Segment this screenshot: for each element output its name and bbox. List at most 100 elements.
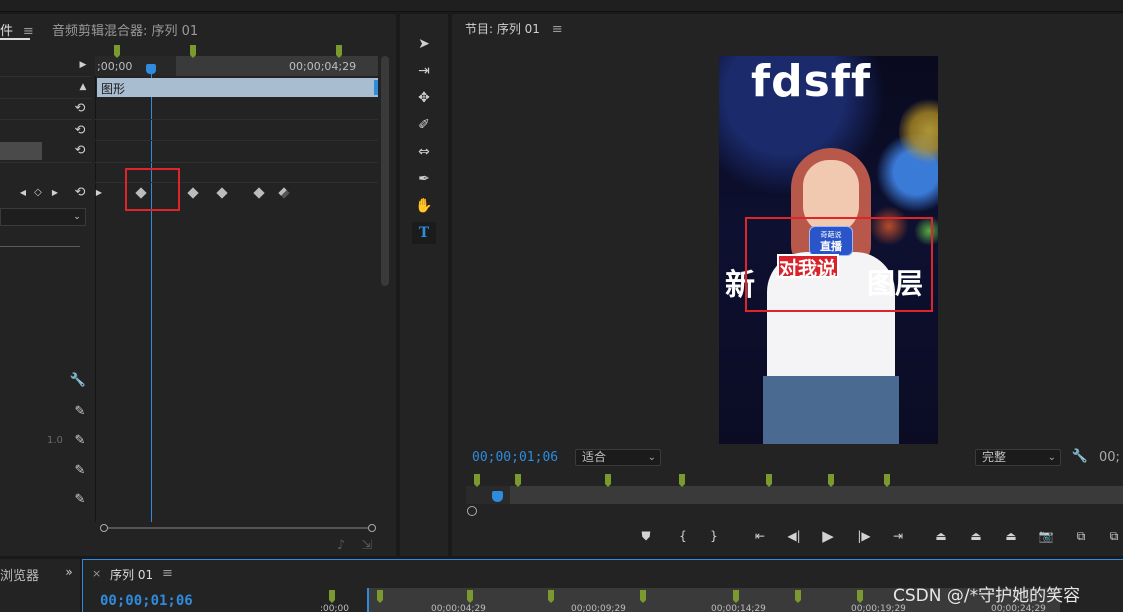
chevron-down-icon: ⌄ xyxy=(647,452,656,463)
hand-tool-icon[interactable]: ✋ xyxy=(412,195,436,217)
ec-playhead-handle[interactable] xyxy=(146,64,156,74)
eyedropper-icon[interactable]: ✎ xyxy=(72,432,88,448)
marker[interactable] xyxy=(467,590,473,603)
camera-icon[interactable]: 📷 xyxy=(1035,527,1057,545)
next-keyframe-icon[interactable]: ▶ xyxy=(50,188,60,198)
timeline-playhead[interactable] xyxy=(367,588,369,612)
slip-tool-icon[interactable]: ⇔ xyxy=(412,141,436,163)
ec-zoom-handle-right[interactable] xyxy=(368,524,376,532)
collapse-triangle-icon[interactable]: ▲ xyxy=(78,82,88,92)
marker[interactable] xyxy=(605,474,611,487)
add-marker-icon[interactable]: ⛊ xyxy=(635,527,657,545)
marker[interactable] xyxy=(795,590,801,603)
reset-icon[interactable]: ⟲ xyxy=(72,142,88,158)
lift-icon[interactable]: ⏏ xyxy=(930,527,952,545)
program-monitor-menu[interactable]: ≡ xyxy=(552,22,563,37)
step-forward-icon[interactable]: |▶ xyxy=(853,527,875,545)
property-dropdown[interactable]: ⌄ xyxy=(0,208,86,226)
ec-zoom-track xyxy=(104,527,372,529)
fit-dropdown[interactable]: 适合 ⌄ xyxy=(575,449,661,466)
ec-row-divider xyxy=(95,119,378,120)
browser-tab-label[interactable]: 浏览器 xyxy=(0,565,39,584)
keyframe-nav-icon[interactable]: ▶ xyxy=(94,188,104,198)
marker[interactable] xyxy=(884,474,890,487)
mark-in-icon[interactable]: { xyxy=(672,527,694,545)
marker[interactable] xyxy=(190,45,196,58)
wrench-icon[interactable]: 🔧 xyxy=(70,372,86,388)
wrench-icon[interactable]: 🔧 xyxy=(1072,448,1088,464)
monitor-playhead[interactable] xyxy=(492,491,503,502)
ec-clip-bar[interactable]: 图形 xyxy=(97,78,378,97)
marker[interactable] xyxy=(336,45,342,58)
filter-icon[interactable]: ♪ xyxy=(334,538,348,552)
ec-zoom-bar[interactable] xyxy=(100,524,376,532)
prev-keyframe-icon[interactable]: ◀ xyxy=(18,188,28,198)
expand-triangle-icon[interactable]: ▶ xyxy=(78,60,88,70)
ec-timeline-area[interactable] xyxy=(95,56,378,522)
extract-icon[interactable]: ⏏ xyxy=(965,527,987,545)
program-monitor-title: 节目: 序列 01 xyxy=(465,22,540,36)
opacity-value[interactable]: 1.0 xyxy=(47,435,63,446)
timeline-close-icon[interactable]: × xyxy=(92,567,101,580)
ec-scrollbar[interactable] xyxy=(381,56,389,286)
marker[interactable] xyxy=(548,590,554,603)
timeline-timecode[interactable]: 00;00;01;06 xyxy=(100,593,193,609)
play-icon[interactable]: ▶ xyxy=(817,527,839,545)
settings-more-icon[interactable]: ⧉ xyxy=(1103,527,1123,545)
effect-controls-tab-menu[interactable]: ≡ xyxy=(23,24,34,39)
monitor-zoom-handle[interactable] xyxy=(467,506,477,516)
marker[interactable] xyxy=(114,45,120,58)
property-value-field[interactable] xyxy=(0,142,42,160)
quality-label: 完整 xyxy=(982,450,1007,464)
ec-zoom-handle-left[interactable] xyxy=(100,524,108,532)
mark-out-icon[interactable]: } xyxy=(703,527,725,545)
overflow-chevron-icon[interactable]: » xyxy=(62,565,76,579)
add-keyframe-icon[interactable]: ◇ xyxy=(32,187,44,199)
pen-tool-icon[interactable]: ✒ xyxy=(412,168,436,190)
timeline-tab-menu[interactable]: ≡ xyxy=(162,566,173,581)
timeline-ruler-label: 00;00;14;29 xyxy=(711,604,766,612)
divider xyxy=(0,246,80,247)
compare-icon[interactable]: ⧉ xyxy=(1070,527,1092,545)
eyedropper-icon[interactable]: ✎ xyxy=(72,403,88,419)
marker[interactable] xyxy=(766,474,772,487)
type-tool-icon[interactable]: T xyxy=(412,222,436,244)
keyframe-highlight-box xyxy=(125,168,180,211)
program-timecode[interactable]: 00;00;01;06 xyxy=(472,450,558,465)
selection-tool-icon[interactable]: ➤ xyxy=(412,33,436,55)
go-to-out-icon[interactable]: ⇥ xyxy=(887,527,909,545)
eyedropper-icon[interactable]: ✎ xyxy=(72,462,88,478)
go-to-in-icon[interactable]: ⇤ xyxy=(749,527,771,545)
step-back-icon[interactable]: ◀| xyxy=(783,527,805,545)
marker[interactable] xyxy=(515,474,521,487)
program-monitor-tab[interactable]: 节目: 序列 01 ≡ xyxy=(465,20,563,37)
ec-clip-end xyxy=(374,80,378,95)
export-icon[interactable]: ⇲ xyxy=(360,538,374,552)
marker[interactable] xyxy=(377,590,383,603)
export-frame-multi-icon[interactable]: ⏏ xyxy=(1000,527,1022,545)
quality-dropdown[interactable]: 完整 ⌄ xyxy=(975,449,1061,466)
razor-tool-icon[interactable]: ✐ xyxy=(412,114,436,136)
reset-icon[interactable]: ⟲ xyxy=(72,184,88,200)
effect-controls-tab-label: 件 xyxy=(0,24,14,39)
ec-ruler-end: 00;00;04;29 xyxy=(289,60,357,73)
track-select-tool-icon[interactable]: ⇥ xyxy=(412,60,436,82)
marker[interactable] xyxy=(857,590,863,603)
reset-icon[interactable]: ⟲ xyxy=(72,100,88,116)
eyedropper-icon[interactable]: ✎ xyxy=(72,491,88,507)
marker[interactable] xyxy=(733,590,739,603)
marker[interactable] xyxy=(640,590,646,603)
mixer-tab[interactable]: 音频剪辑混合器: 序列 01 xyxy=(52,20,198,39)
ec-row-divider xyxy=(95,140,378,141)
effect-controls-tab[interactable]: 件 ≡ xyxy=(0,20,34,40)
marker[interactable] xyxy=(329,590,335,603)
text-selection-box[interactable] xyxy=(745,217,933,312)
reset-icon[interactable]: ⟲ xyxy=(72,122,88,138)
marker[interactable] xyxy=(474,474,480,487)
timeline-tab-label[interactable]: 序列 01 xyxy=(110,566,153,583)
marker[interactable] xyxy=(679,474,685,487)
marker[interactable] xyxy=(828,474,834,487)
ec-ruler-start: ;00;00 xyxy=(97,60,133,73)
top-edge-strip xyxy=(0,0,1123,12)
ripple-edit-tool-icon[interactable]: ✥ xyxy=(412,87,436,109)
